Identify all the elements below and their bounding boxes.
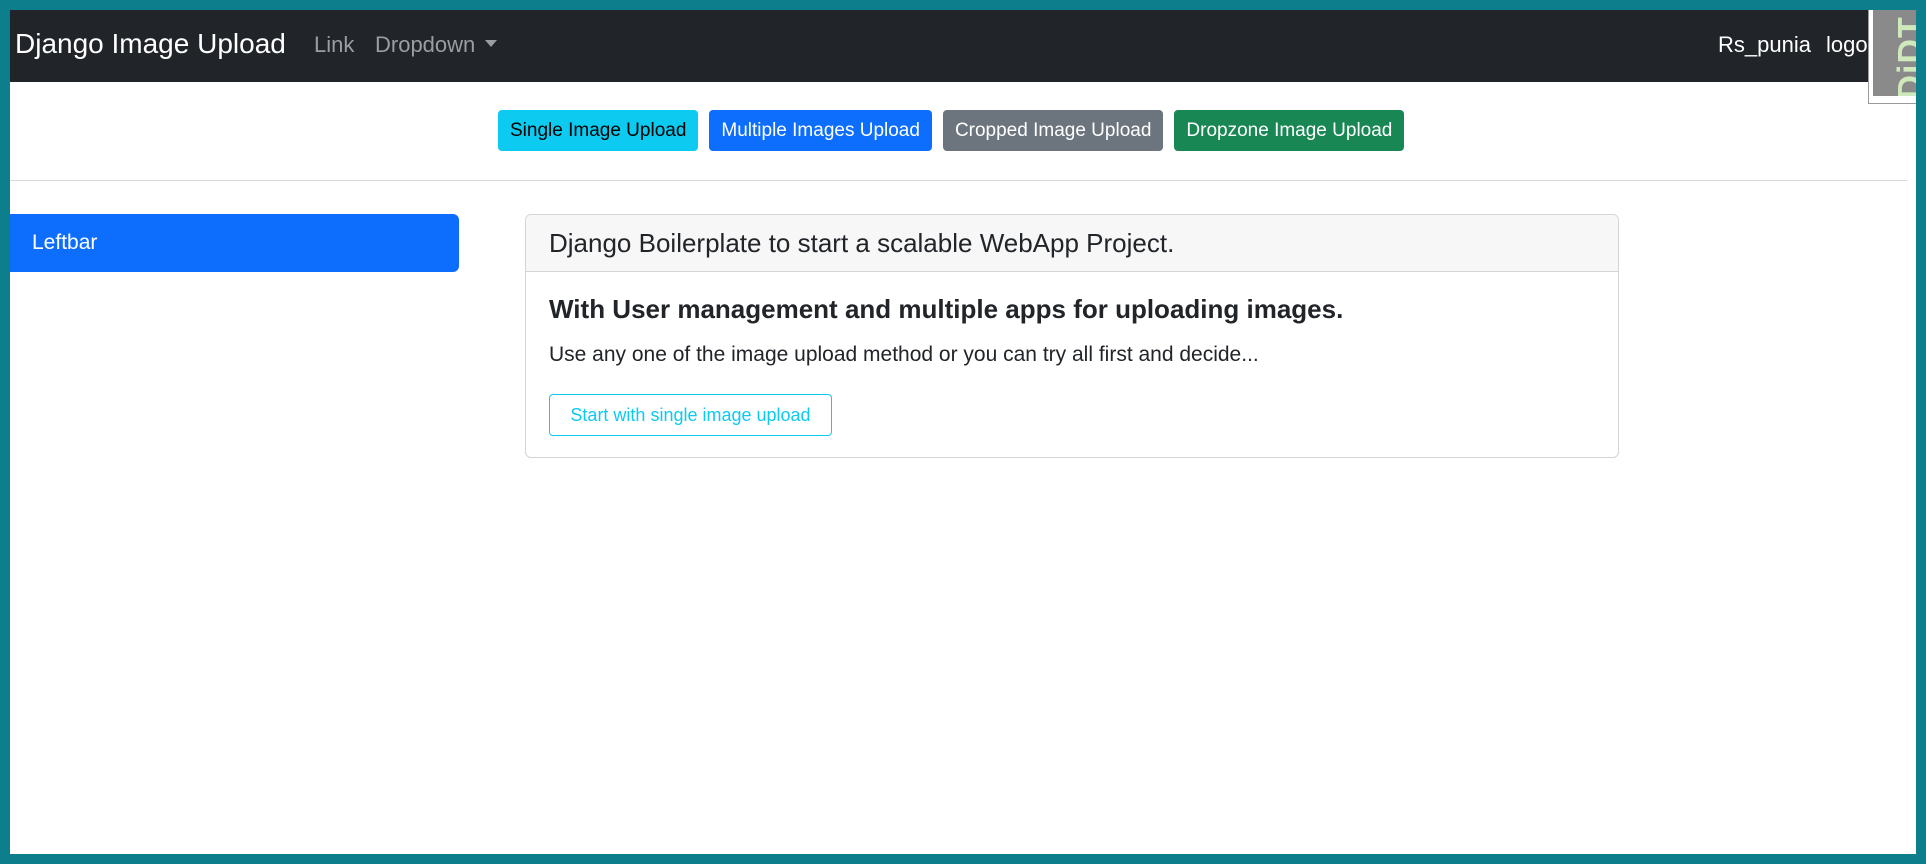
djdt-logo-text: DjDT: [1891, 16, 1917, 96]
debug-toolbar-label: DjDT: [1891, 16, 1917, 96]
browser-viewport: Django Image Upload Link Dropdown Rs_pun…: [10, 10, 1916, 854]
card-header-title: Django Boilerplate to start a scalable W…: [549, 228, 1175, 258]
multiple-images-upload-button[interactable]: Multiple Images Upload: [709, 110, 932, 151]
user-link[interactable]: Rs_punia: [1718, 32, 1811, 58]
debug-toolbar-handle[interactable]: DjDT: [1868, 10, 1916, 104]
card-text: Use any one of the image upload method o…: [549, 343, 1259, 366]
navbar-brand[interactable]: Django Image Upload: [15, 28, 286, 60]
nav-dropdown-label: Dropdown: [375, 32, 476, 57]
nav-dropdown[interactable]: Dropdown: [375, 32, 498, 58]
divider: [10, 180, 1907, 181]
single-image-upload-button[interactable]: Single Image Upload: [498, 110, 699, 151]
card-title: With User management and multiple apps f…: [549, 294, 1344, 324]
sidebar-item-label: Leftbar: [32, 231, 98, 254]
cropped-image-upload-button[interactable]: Cropped Image Upload: [942, 110, 1164, 151]
debug-toolbar-tab: DjDT: [1873, 10, 1916, 96]
nav-link[interactable]: Link: [314, 32, 354, 58]
top-navbar: Django Image Upload Link Dropdown Rs_pun…: [10, 10, 1916, 82]
dropzone-image-upload-button[interactable]: Dropzone Image Upload: [1174, 110, 1405, 151]
chevron-down-icon: [485, 40, 498, 47]
sidebar-item-leftbar[interactable]: Leftbar: [10, 214, 459, 272]
upload-button-group: Single Image Upload Multiple Images Uplo…: [498, 110, 1405, 151]
intro-card: Django Boilerplate to start a scalable W…: [525, 214, 1619, 458]
start-single-upload-button[interactable]: Start with single image upload: [549, 394, 832, 436]
